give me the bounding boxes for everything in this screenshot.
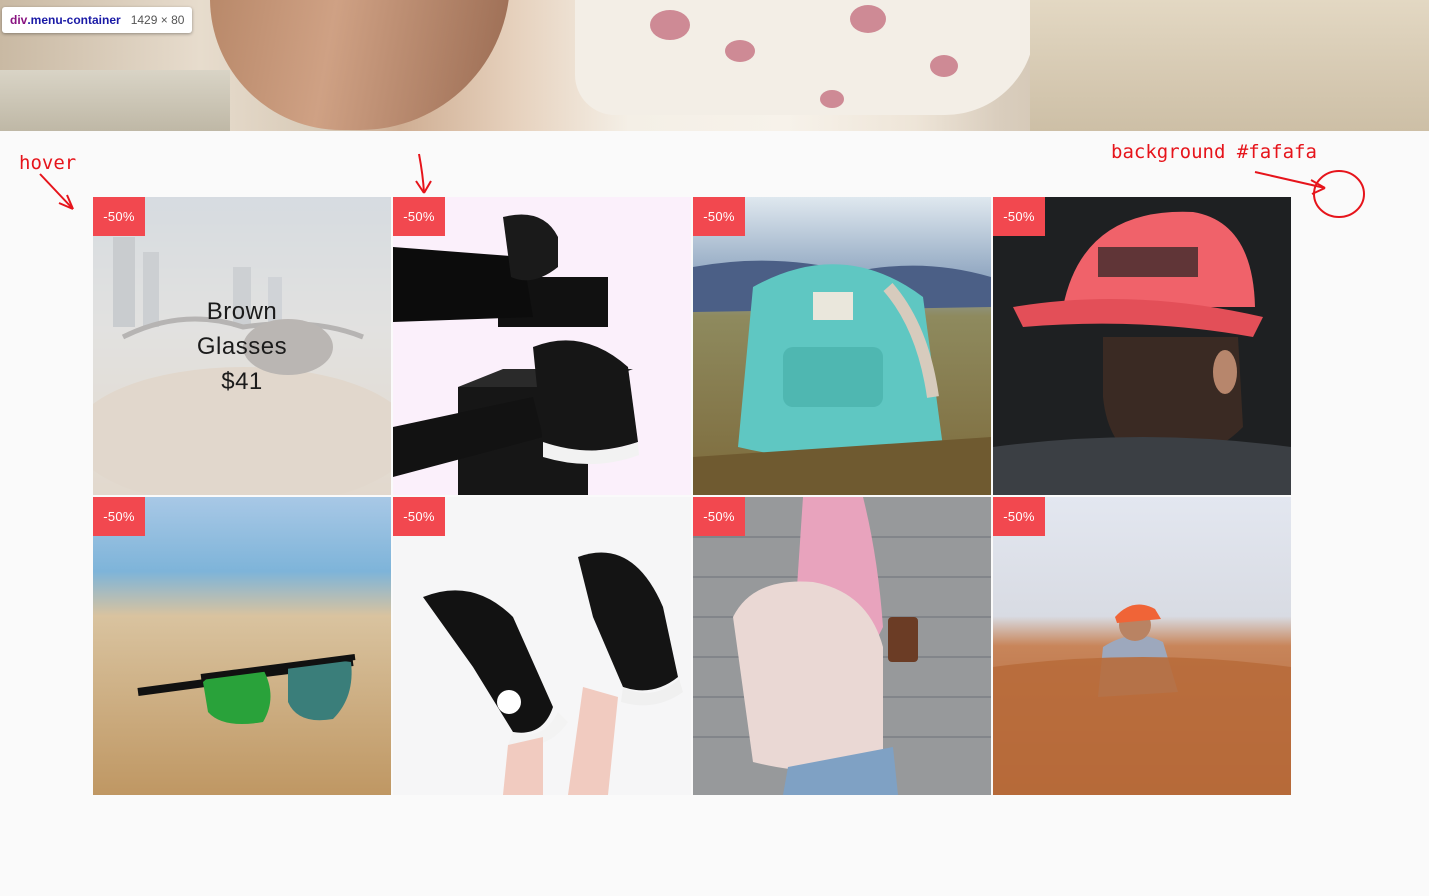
product-tile[interactable]: -50%	[993, 497, 1291, 795]
tile2-arrow-line	[418, 153, 425, 194]
discount-badge: -50%	[993, 497, 1045, 536]
product-tile[interactable]: -50%	[993, 197, 1291, 495]
devtools-selector: div.menu-container	[10, 13, 121, 27]
hero-flower	[820, 90, 844, 108]
discount-badge: -50%	[393, 197, 445, 236]
product-tile[interactable]: -50%	[393, 197, 691, 495]
hero-dress-image	[575, 0, 1035, 115]
discount-badge: -50%	[393, 497, 445, 536]
sneakers-on-box-image	[393, 197, 691, 495]
discount-badge: -50%	[93, 497, 145, 536]
woman-pink-backpack-image	[693, 497, 991, 795]
product-name: Brown	[206, 297, 278, 325]
devtools-size: 1429 × 80	[130, 13, 185, 27]
devtools-tooltip: div.menu-container 1429 × 80	[2, 7, 193, 33]
hero-flower	[650, 10, 690, 40]
hero-flower	[930, 55, 958, 77]
hero-flower	[725, 40, 755, 62]
background-arrow-line	[1254, 171, 1326, 189]
man-wheat-field-image	[993, 497, 1291, 795]
teal-backpack-image	[693, 197, 991, 495]
background-arrow-head	[1310, 179, 1326, 195]
background-marker-circle	[1313, 170, 1365, 218]
discount-badge: -50%	[693, 197, 745, 236]
product-tile[interactable]: -50%	[393, 497, 691, 795]
converse-sneakers-image	[393, 497, 691, 795]
hover-annotation: hover	[19, 152, 77, 174]
hero-banner	[0, 0, 1429, 131]
man-red-cap-image	[993, 197, 1291, 495]
discount-badge: -50%	[93, 197, 145, 236]
product-tile[interactable]: -50%	[693, 497, 991, 795]
hover-overlay[interactable]: Brown Glasses $41	[93, 197, 391, 495]
product-grid: Brown Glasses $41 -50% -50% -50% -50% -5…	[93, 197, 1291, 795]
hover-arrow-line	[39, 173, 74, 210]
hero-flower	[850, 5, 886, 33]
discount-badge: -50%	[693, 497, 745, 536]
discount-badge: -50%	[993, 197, 1045, 236]
hover-arrow-head	[58, 194, 74, 210]
background-annotation: background #fafafa	[1111, 141, 1317, 163]
product-tile[interactable]: -50%	[693, 197, 991, 495]
tile2-arrow-head	[415, 180, 432, 194]
product-name: Glasses	[196, 332, 288, 360]
product-tile[interactable]: -50%	[93, 497, 391, 795]
hero-rock	[1030, 0, 1429, 131]
hero-ground	[0, 70, 230, 131]
green-sunglasses-image	[93, 497, 391, 795]
product-price: $41	[221, 367, 263, 395]
hero-leg-image	[210, 0, 510, 130]
product-tile[interactable]: Brown Glasses $41 -50%	[93, 197, 391, 495]
